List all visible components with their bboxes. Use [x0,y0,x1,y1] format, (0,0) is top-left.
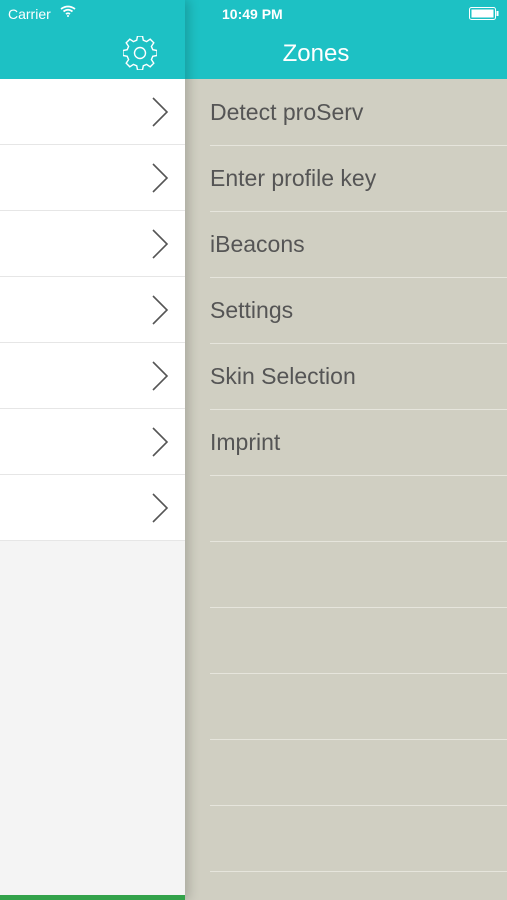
menu-item-imprint[interactable]: Imprint [210,410,507,476]
list-item[interactable] [0,211,185,277]
chevron-right-icon [152,229,169,259]
chevron-right-icon [152,361,169,391]
menu-list: Detect proServ Enter profile key iBeacon… [210,80,507,872]
battery-icon [469,7,499,20]
list-item[interactable] [0,277,185,343]
list-item[interactable] [0,343,185,409]
main-header: Carrier [0,0,185,79]
chevron-right-icon [152,295,169,325]
menu-item-settings[interactable]: Settings [210,278,507,344]
list-item[interactable] [0,79,185,145]
menu-empty-row [210,476,507,542]
wifi-icon [60,5,76,17]
menu-empty-row [210,542,507,608]
menu-empty-row [210,806,507,872]
menu-item-ibeacons[interactable]: iBeacons [210,212,507,278]
list-item[interactable] [0,145,185,211]
gear-icon[interactable] [123,36,157,70]
menu-empty-row [210,608,507,674]
chevron-right-icon [152,163,169,193]
list-item[interactable] [0,475,185,541]
main-panel: Carrier [0,0,185,900]
chevron-right-icon [152,493,169,523]
chevron-right-icon [152,97,169,127]
menu-empty-row [210,740,507,806]
menu-header: 10:49 PM Zones [185,0,507,79]
menu-item-skin-selection[interactable]: Skin Selection [210,344,507,410]
menu-item-enter-profile-key[interactable]: Enter profile key [210,146,507,212]
menu-title: Zones [282,40,350,67]
list-item[interactable] [0,409,185,475]
status-time: 10:49 PM [222,6,283,22]
menu-empty-row [210,674,507,740]
main-list [0,79,185,541]
chevron-right-icon [152,427,169,457]
bottom-accent-bar [0,895,185,900]
carrier-label: Carrier [8,6,51,22]
menu-item-detect-proserv[interactable]: Detect proServ [210,80,507,146]
side-menu: 10:49 PM Zones Detect proServ Enter prof… [185,0,507,900]
